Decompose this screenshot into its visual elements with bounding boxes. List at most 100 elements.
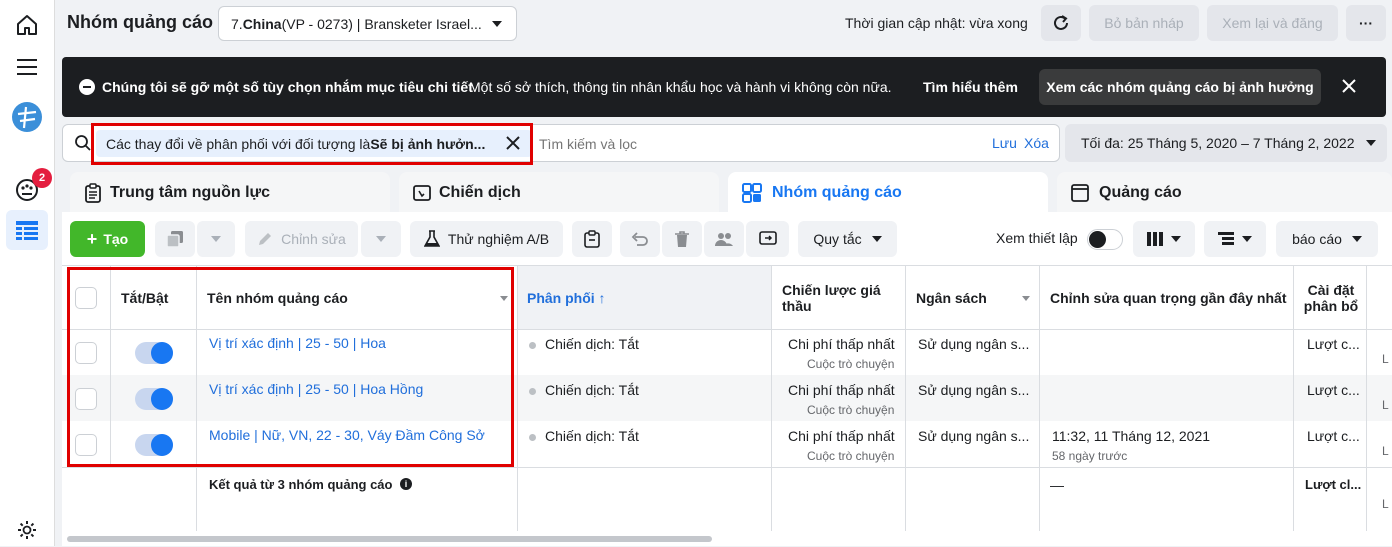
delivery-text: Chiến dịch: Tắt <box>545 336 639 352</box>
header-attribution[interactable]: Cài đặt phân bổ <box>1302 282 1360 314</box>
col-divider <box>1039 265 1040 531</box>
summary-last-edit: — <box>1050 477 1064 493</box>
header-delivery[interactable]: Phân phối ↑ <box>527 290 606 306</box>
delivery-text: Chiến dịch: Tắt <box>545 428 639 444</box>
delivery-text: Chiến dịch: Tắt <box>545 382 639 398</box>
chevron-down-icon <box>492 21 502 27</box>
summary-attribution: Lượt cl... <box>1305 477 1362 492</box>
create-button[interactable]: + Tạo <box>70 221 145 257</box>
discard-draft-button[interactable]: Bỏ bản nháp <box>1089 5 1199 41</box>
view-setup-toggle[interactable] <box>1087 229 1123 250</box>
share-preview-button[interactable] <box>746 221 789 257</box>
delete-button[interactable] <box>662 221 702 257</box>
clipboard-button[interactable] <box>572 221 612 257</box>
reports-label: báo cáo <box>1292 231 1342 247</box>
tab-campaigns[interactable]: Chiến dịch <box>399 172 719 214</box>
undo-icon <box>631 232 648 246</box>
chevron-down-icon <box>1366 140 1376 146</box>
close-icon[interactable] <box>1340 77 1358 98</box>
header-budget[interactable]: Ngân sách <box>916 290 987 306</box>
clear-filter-link[interactable]: Xóa <box>1024 135 1049 151</box>
filter-highlight-box <box>91 123 533 165</box>
update-status: Thời gian cập nhật: vừa xong <box>845 15 1028 31</box>
settings-gear-icon[interactable] <box>10 513 44 547</box>
view-affected-button[interactable]: Xem các nhóm quảng cáo bị ảnh hưởng <box>1039 69 1321 105</box>
horizontal-scrollbar[interactable] <box>67 536 712 542</box>
more-options-button[interactable]: ··· <box>1346 5 1386 41</box>
account-name: (VP - 0273) | Bransketer Israel... <box>281 15 482 32</box>
edit-button[interactable]: Chỉnh sửa <box>245 221 358 257</box>
learn-more-link[interactable]: Tìm hiểu thêm <box>923 79 1018 95</box>
account-selector[interactable]: 7. China (VP - 0273) | Bransketer Israel… <box>218 6 517 41</box>
columns-highlight-box <box>67 267 514 467</box>
pencil-icon <box>259 233 272 245</box>
header-bid-strategy[interactable]: Chiến lược giá thầu <box>782 282 892 314</box>
notice-banner: Chúng tôi sẽ gỡ một số tùy chọn nhắm mục… <box>62 57 1386 117</box>
flask-icon <box>423 230 440 247</box>
tab-label: Quảng cáo <box>1099 184 1182 201</box>
view-setup-label: Xem thiết lập <box>996 230 1078 246</box>
menu-icon[interactable] <box>10 50 44 84</box>
bid-strategy-sub: Cuộc trò chuyện <box>807 449 895 463</box>
people-icon <box>715 233 733 246</box>
status-dot-icon <box>529 433 536 441</box>
columns-icon <box>1147 232 1163 246</box>
reports-button[interactable]: báo cáo <box>1276 221 1378 257</box>
ad-window-icon <box>1071 184 1089 202</box>
bid-strategy: Chi phí thấp nhất <box>788 428 895 444</box>
save-filter-link[interactable]: Lưu <box>992 135 1017 151</box>
date-range: Tối đa: 25 Tháng 5, 2020 – 7 Tháng 2, 20… <box>1081 135 1355 151</box>
search-input[interactable] <box>539 132 839 156</box>
audience-button[interactable] <box>704 221 744 257</box>
last-edit-relative: 58 ngày trước <box>1052 449 1128 463</box>
header-last-edit[interactable]: Chỉnh sửa quan trọng gần đây nhất <box>1050 290 1286 306</box>
notification-badge: 2 <box>32 168 52 188</box>
summary-extra: L <box>1382 497 1389 511</box>
preview-icon <box>758 231 777 245</box>
home-icon[interactable] <box>10 8 44 42</box>
chevron-down-icon <box>211 236 221 242</box>
bid-strategy-sub: Cuộc trò chuyện <box>807 357 895 371</box>
col-divider <box>771 265 772 531</box>
refresh-button[interactable] <box>1041 5 1081 41</box>
tab-resource-center[interactable]: Trung tâm nguồn lực <box>70 172 390 214</box>
tab-ads[interactable]: Quảng cáo <box>1057 172 1392 214</box>
ads-manager-table-icon[interactable] <box>6 210 48 250</box>
minus-circle-icon <box>79 79 95 95</box>
page-title: Nhóm quảng cáo <box>67 12 214 32</box>
columns-button[interactable] <box>1133 221 1195 257</box>
folder-icon <box>413 185 431 201</box>
refresh-icon <box>1054 15 1068 30</box>
tab-ad-sets[interactable]: Nhóm quảng cáo <box>728 172 1048 214</box>
col-divider <box>517 265 518 531</box>
ab-test-button[interactable]: Thử nghiệm A/B <box>410 221 563 257</box>
review-publish-button[interactable]: Xem lại và đăng <box>1207 5 1338 41</box>
bid-strategy: Chi phí thấp nhất <box>788 336 895 352</box>
breakdown-button[interactable] <box>1204 221 1266 257</box>
rules-button[interactable]: Quy tắc <box>798 221 897 257</box>
account-avatar-icon[interactable] <box>10 100 44 134</box>
date-range-picker[interactable]: Tối đa: 25 Tháng 5, 2020 – 7 Tháng 2, 20… <box>1065 124 1387 162</box>
account-prefix: 7. <box>231 15 243 32</box>
plus-icon: + <box>86 228 98 249</box>
edit-dropdown[interactable] <box>361 221 401 257</box>
budget: Sử dụng ngân s... <box>918 428 1030 444</box>
banner-text: Một số sở thích, thông tin nhân khẩu học… <box>469 79 892 95</box>
trash-icon <box>675 231 689 247</box>
attribution-extra: L <box>1382 352 1389 366</box>
sort-caret-icon <box>1022 296 1030 301</box>
duplicate-dropdown[interactable] <box>197 221 235 257</box>
status-dot-icon <box>529 341 536 349</box>
info-icon[interactable]: i <box>400 478 412 490</box>
chevron-down-icon <box>1171 236 1181 242</box>
create-label: Tạo <box>103 231 129 247</box>
edit-label: Chỉnh sửa <box>281 231 346 247</box>
chevron-down-icon <box>871 236 882 242</box>
bid-strategy-sub: Cuộc trò chuyện <box>807 403 895 417</box>
undo-button[interactable] <box>620 221 660 257</box>
left-nav: 2 <box>0 0 55 546</box>
attribution-extra: L <box>1382 398 1389 412</box>
delivery-status: Chiến dịch: Tắt <box>529 382 639 398</box>
status-dot-icon <box>529 387 536 395</box>
duplicate-button[interactable] <box>155 221 195 257</box>
